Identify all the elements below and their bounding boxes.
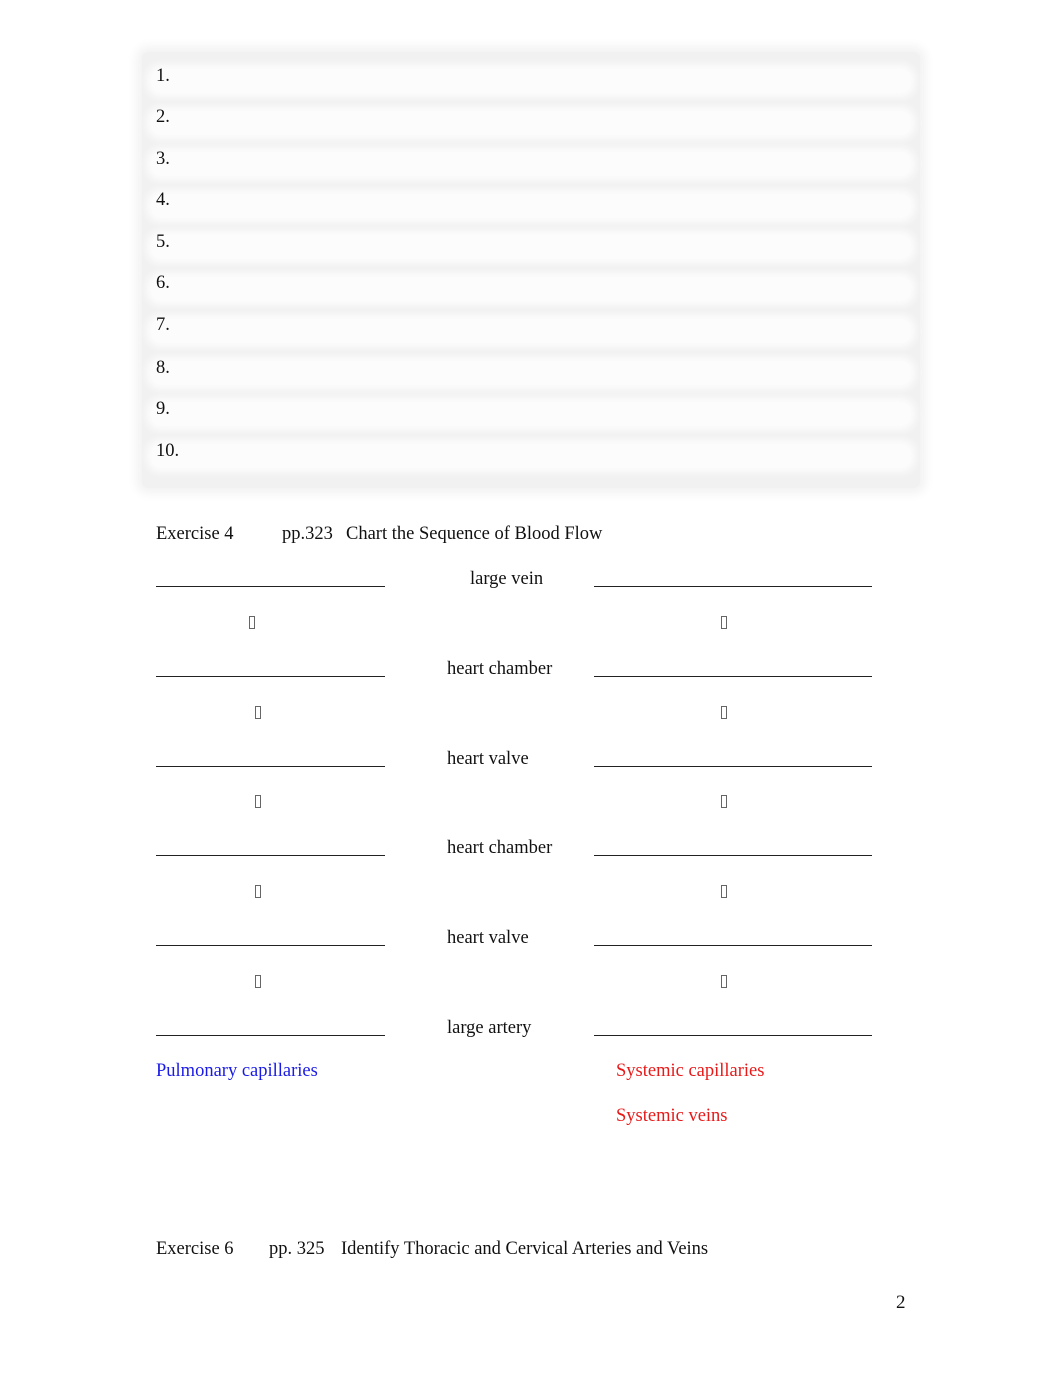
exercise-title: Chart the Sequence of Blood Flow (346, 524, 603, 544)
list-number: 6. (156, 273, 170, 293)
center-label: heart chamber (447, 659, 553, 679)
answer-line[interactable] (152, 278, 910, 300)
list-number: 7. (156, 315, 170, 335)
center-label: large vein (470, 569, 544, 589)
list-number: 1. (156, 66, 170, 86)
answer-line[interactable] (152, 362, 910, 384)
blank-line-right[interactable] (594, 855, 872, 856)
answer-list-box (142, 52, 920, 488)
center-label: heart valve (447, 749, 529, 769)
exercise-label: Exercise 6 (156, 1239, 234, 1259)
down-arrow-icon (721, 795, 727, 808)
list-number: 3. (156, 149, 170, 169)
answer-line[interactable] (152, 445, 910, 467)
blank-line-right[interactable] (594, 945, 872, 946)
center-label: large artery (447, 1018, 532, 1038)
blank-line-left[interactable] (156, 855, 385, 856)
down-arrow-icon (255, 975, 261, 988)
systemic-veins-label: Systemic veins (616, 1106, 728, 1126)
down-arrow-icon (721, 975, 727, 988)
down-arrow-icon (255, 795, 261, 808)
list-number: 9. (156, 399, 170, 419)
center-label: heart chamber (447, 838, 553, 858)
systemic-capillaries-label: Systemic capillaries (616, 1061, 765, 1081)
exercise-pages: pp.323 (282, 524, 333, 544)
list-number: 4. (156, 190, 170, 210)
down-arrow-icon (721, 616, 727, 629)
down-arrow-icon (721, 885, 727, 898)
center-label: heart valve (447, 928, 529, 948)
answer-line[interactable] (152, 195, 910, 217)
blank-line-left[interactable] (156, 1035, 385, 1036)
blank-line-right[interactable] (594, 766, 872, 767)
blank-line-right[interactable] (594, 1035, 872, 1036)
answer-line[interactable] (152, 320, 910, 342)
exercise-label: Exercise 4 (156, 524, 234, 544)
down-arrow-icon (255, 885, 261, 898)
answer-line[interactable] (152, 403, 910, 425)
list-number: 5. (156, 232, 170, 252)
page-number: 2 (896, 1292, 906, 1313)
list-number: 10. (156, 441, 180, 461)
blank-line-left[interactable] (156, 586, 385, 587)
down-arrow-icon (721, 706, 727, 719)
exercise-pages: pp. 325 (269, 1239, 325, 1259)
blank-line-left[interactable] (156, 945, 385, 946)
answer-line[interactable] (152, 112, 910, 134)
down-arrow-icon (249, 616, 255, 629)
answer-line[interactable] (152, 236, 910, 258)
down-arrow-icon (255, 706, 261, 719)
answer-line[interactable] (152, 153, 910, 175)
answer-line[interactable] (152, 70, 910, 92)
pulmonary-capillaries-label: Pulmonary capillaries (156, 1061, 318, 1081)
blank-line-right[interactable] (594, 676, 872, 677)
list-number: 2. (156, 107, 170, 127)
blank-line-right[interactable] (594, 586, 872, 587)
list-number: 8. (156, 358, 170, 378)
exercise-title: Identify Thoracic and Cervical Arteries … (341, 1239, 709, 1259)
blank-line-left[interactable] (156, 676, 385, 677)
blank-line-left[interactable] (156, 766, 385, 767)
